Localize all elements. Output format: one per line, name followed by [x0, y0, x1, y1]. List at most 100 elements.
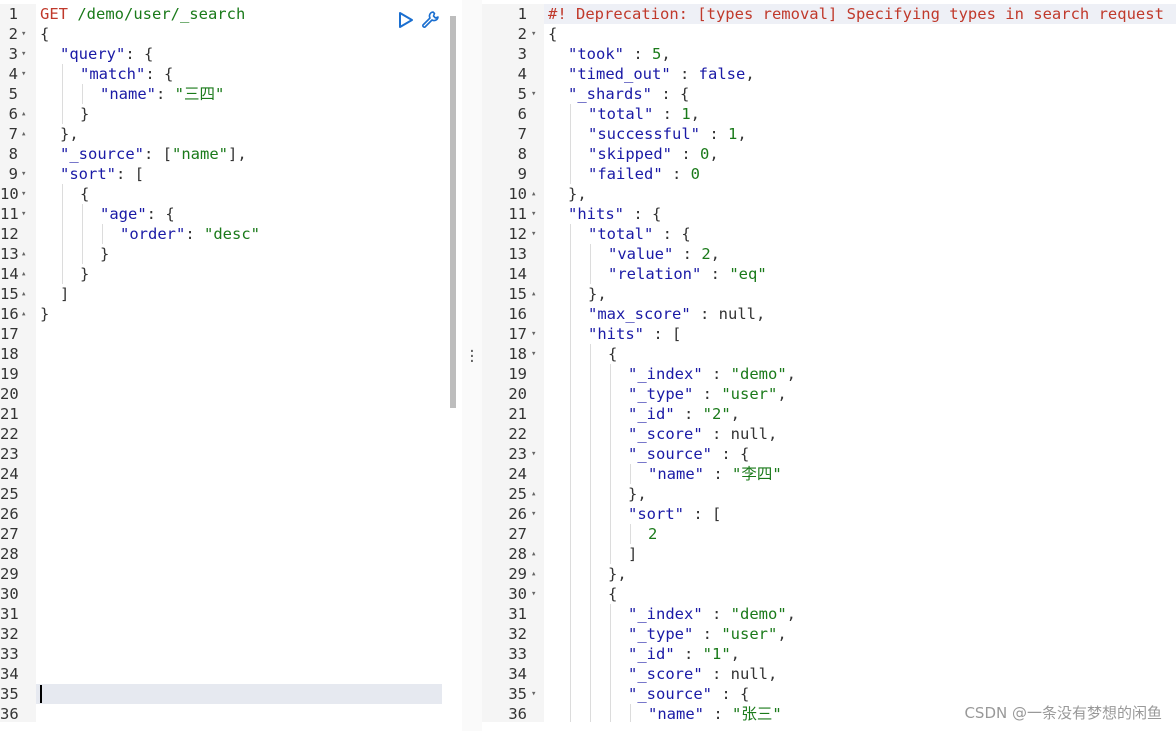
line-number: 24 — [508, 465, 527, 483]
indent-guide — [568, 404, 588, 424]
response-line: 26 ▾ "sort" : [ — [482, 504, 1176, 524]
indent-guide — [568, 244, 588, 264]
request-line: 11 ▾ "age": { — [0, 204, 462, 224]
request-line: 1 GET /demo/user/_search — [0, 4, 462, 24]
code-text: { — [40, 184, 89, 204]
code-token: "desc" — [204, 225, 260, 243]
fold-end-icon[interactable]: ▴ — [21, 304, 26, 324]
fold-end-icon[interactable]: ▴ — [21, 124, 26, 144]
request-scrollbar[interactable] — [450, 16, 456, 408]
code-token: "eq" — [729, 265, 767, 283]
indent-guide — [568, 524, 588, 544]
indent-guide — [568, 424, 588, 444]
line-number: 16 — [0, 305, 19, 323]
fold-collapse-icon[interactable]: ▾ — [531, 24, 536, 44]
indent-guide — [608, 664, 628, 684]
line-number: 12 — [0, 225, 19, 243]
indent-guide — [608, 684, 628, 704]
indent-guide — [588, 704, 608, 722]
fold-end-icon[interactable]: ▴ — [531, 184, 536, 204]
fold-collapse-icon[interactable]: ▾ — [21, 184, 26, 204]
code-text: "_type" : "user", — [548, 384, 787, 404]
code-token: "1" — [702, 645, 731, 663]
fold-collapse-icon[interactable]: ▾ — [21, 164, 26, 184]
indent-guide — [80, 84, 100, 104]
code-token: : — [702, 605, 731, 623]
fold-collapse-icon[interactable]: ▾ — [531, 204, 536, 224]
request-editor[interactable]: 1 GET /demo/user/_search 2 ▾{3 ▾ "query": {4 ▾… — [0, 4, 462, 722]
request-line: 4 ▾ "match": { — [0, 64, 462, 84]
code-token: ] — [60, 285, 70, 303]
indent-guide — [568, 104, 588, 124]
code-token: : — [704, 705, 732, 722]
fold-collapse-icon[interactable]: ▾ — [21, 24, 26, 44]
response-line: 4 "timed_out" : false, — [482, 64, 1176, 84]
line-number: 6 — [8, 105, 18, 123]
code-text: "_id" : "2", — [548, 404, 740, 424]
code-token: : — [702, 425, 731, 443]
code-token: } — [40, 305, 50, 323]
code-token: : — [693, 625, 722, 643]
response-line: 19 "_index" : "demo", — [482, 364, 1176, 384]
code-text: "failed" : 0 — [548, 164, 700, 184]
fold-collapse-icon[interactable]: ▾ — [531, 224, 536, 244]
fold-end-icon[interactable]: ▴ — [531, 544, 536, 564]
request-line: 20 — [0, 384, 462, 404]
play-icon[interactable] — [398, 11, 414, 29]
fold-end-icon[interactable]: ▴ — [531, 284, 536, 304]
line-number: 28 — [0, 545, 19, 563]
fold-end-icon[interactable]: ▴ — [21, 104, 26, 124]
response-viewer[interactable]: 1 #! Deprecation: [types removal] Specify… — [482, 4, 1176, 722]
fold-end-icon[interactable]: ▴ — [21, 264, 26, 284]
code-token: : — [701, 265, 730, 283]
fold-collapse-icon[interactable]: ▾ — [531, 324, 536, 344]
fold-collapse-icon[interactable]: ▾ — [21, 204, 26, 224]
code-text: } — [40, 304, 49, 324]
line-number: 33 — [0, 645, 19, 663]
line-number: 7 — [8, 125, 18, 143]
fold-collapse-icon[interactable]: ▾ — [531, 504, 536, 524]
indent-guide — [588, 624, 608, 644]
splitter-handle-icon[interactable]: · · · — [466, 345, 478, 369]
wrench-icon[interactable] — [420, 10, 440, 30]
indent-guide — [568, 344, 588, 364]
line-number: 30 — [0, 585, 19, 603]
fold-collapse-icon[interactable]: ▾ — [21, 64, 26, 84]
code-token: 2 — [648, 525, 658, 543]
request-line: 15 ▴] — [0, 284, 462, 304]
fold-collapse-icon[interactable]: ▾ — [531, 84, 536, 104]
indent-guide — [60, 244, 80, 264]
fold-end-icon[interactable]: ▴ — [531, 484, 536, 504]
fold-end-icon[interactable]: ▴ — [21, 244, 26, 264]
code-token: 1 — [681, 105, 691, 123]
indent-guide — [608, 604, 628, 624]
fold-collapse-icon[interactable]: ▾ — [531, 344, 536, 364]
line-number: 4 — [8, 65, 18, 83]
response-line: 16 "max_score" : null, — [482, 304, 1176, 324]
request-code-lines[interactable]: 1 GET /demo/user/_search 2 ▾{3 ▾ "query": {4 ▾… — [0, 4, 462, 722]
response-line: 6 "total" : 1, — [482, 104, 1176, 124]
code-token: 0 — [700, 145, 710, 163]
code-token: }, — [60, 125, 79, 143]
fold-end-icon[interactable]: ▴ — [21, 284, 26, 304]
indent-guide — [588, 464, 608, 484]
code-text: "_source" : { — [548, 684, 749, 704]
code-text: "took" : 5, — [548, 44, 671, 64]
code-text: "value" : 2, — [548, 244, 720, 264]
request-line: 36 — [0, 704, 462, 722]
code-token: : { — [145, 65, 174, 83]
code-token: "total" — [588, 105, 654, 123]
response-line: 9 "failed" : 0 — [482, 164, 1176, 184]
request-line: 14 ▴} — [0, 264, 462, 284]
code-token: null — [730, 425, 768, 443]
code-token: { — [40, 25, 50, 43]
request-line: 9 ▾ "sort": [ — [0, 164, 462, 184]
code-token: "max_score" — [588, 305, 691, 323]
fold-collapse-icon[interactable]: ▾ — [531, 444, 536, 464]
fold-collapse-icon[interactable]: ▾ — [531, 584, 536, 604]
fold-collapse-icon[interactable]: ▾ — [21, 44, 26, 64]
fold-collapse-icon[interactable]: ▾ — [531, 684, 536, 704]
code-token: "_source" — [628, 445, 712, 463]
line-number: 35 — [508, 685, 527, 703]
fold-end-icon[interactable]: ▴ — [531, 564, 536, 584]
